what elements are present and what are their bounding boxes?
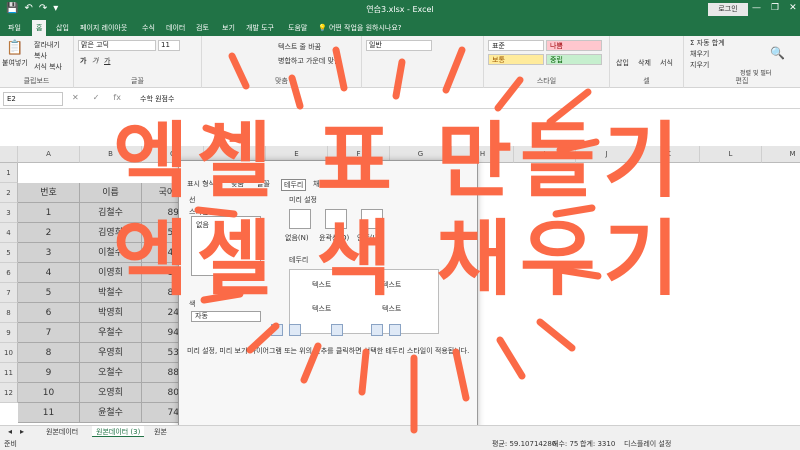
styles-label: 스타일 — [536, 77, 557, 85]
insert-cells-button[interactable]: 삽입 — [616, 58, 629, 68]
clipboard-group: 📋 붙여넣기 잘라내기 복사 서식 복사 클립보드 — [0, 36, 74, 88]
font-label: 글꼴 — [131, 77, 144, 85]
cut-button[interactable]: 잘라내기 — [34, 40, 60, 50]
formula-bar: E2 ✕ ✓ fx 수학 원점수 — [0, 89, 800, 109]
tab-insert[interactable]: 삽입 — [52, 20, 73, 36]
name-box[interactable]: E2 — [3, 92, 63, 106]
table-cell[interactable]: 9 — [18, 363, 80, 383]
editing-label: 편집 — [735, 77, 749, 85]
paste-button[interactable]: 붙여넣기 — [2, 58, 28, 68]
status-average: 평균: 59.10714286 — [492, 440, 557, 448]
wrap-text-button[interactable]: 텍스트 줄 바꿈 — [278, 42, 321, 52]
style-good[interactable]: 중립 — [546, 54, 602, 65]
copy-button[interactable]: 복사 — [34, 51, 47, 61]
document-title: 연습3.xlsx - Excel — [366, 5, 434, 14]
line-color-combo[interactable]: 자동 — [191, 311, 261, 322]
cells-group: 삽입 삭제 서식 셀 — [610, 36, 684, 88]
table-cell[interactable]: 10 — [18, 383, 80, 403]
clear-button[interactable]: 지우기 — [690, 60, 709, 70]
tell-me-search[interactable]: 💡 어떤 작업을 원하시나요? — [318, 20, 402, 36]
find-icon[interactable]: 🔍 — [770, 46, 785, 60]
alignment-group: 텍스트 줄 바꿈 병합하고 가운데 맞춤 맞춤 — [202, 36, 362, 88]
status-count: 개수: 75 — [552, 440, 579, 448]
alignment-label: 맞춤 — [275, 77, 288, 85]
underline-button[interactable]: 가 — [104, 56, 110, 66]
table-cell[interactable]: 우철수 — [80, 323, 142, 343]
close-icon[interactable]: ✕ — [789, 3, 797, 13]
insert-function-icon[interactable]: fx — [113, 93, 121, 102]
fill-button[interactable]: 채우기 — [690, 49, 709, 59]
window-controls: — ❐ ✕ — [752, 3, 797, 13]
tab-data[interactable]: 데이터 — [162, 20, 189, 36]
table-cell[interactable]: 8 — [18, 343, 80, 363]
paste-icon[interactable]: 📋 — [6, 40, 23, 56]
display-settings-button[interactable]: 디스플레이 설정 — [624, 439, 671, 449]
table-cell[interactable]: 우영희 — [80, 343, 142, 363]
table-cell[interactable]: 윤철수 — [80, 403, 142, 423]
style-bad[interactable]: 나쁨 — [546, 40, 602, 51]
restore-icon[interactable]: ❐ — [771, 3, 779, 13]
number-group: 일반 — [362, 36, 484, 88]
row-header[interactable]: 11 — [0, 363, 18, 383]
table-cell[interactable]: 11 — [18, 403, 80, 423]
headline-make-table: 엑셀 표 만들기 — [113, 114, 687, 209]
editing-group: Σ 자동 합계 채우기 지우기 정렬 및 필터 🔍 편집 — [684, 36, 800, 88]
clipboard-label: 클립보드 — [23, 77, 50, 85]
confirm-entry-icon[interactable]: ✓ — [93, 93, 100, 102]
border-right-button[interactable] — [371, 324, 383, 336]
tab-help[interactable]: 도움말 — [284, 20, 311, 36]
style-normal[interactable]: 표준 — [488, 40, 544, 51]
status-ready: 준비 — [4, 440, 17, 448]
headline-fill-color: 엑셀 색 채우기 — [113, 212, 687, 307]
merge-center-button[interactable]: 병합하고 가운데 맞춤 — [278, 56, 340, 66]
styles-group: 표준 나쁨 보통 중립 스타일 — [484, 36, 610, 88]
tab-home[interactable]: 홈 — [32, 20, 47, 36]
style-neutral[interactable]: 보통 — [488, 54, 544, 65]
minimize-icon[interactable]: — — [752, 3, 761, 13]
row-header[interactable]: 10 — [0, 343, 18, 363]
tab-formulas[interactable]: 수식 — [138, 20, 159, 36]
tab-file[interactable]: 파일 — [4, 20, 25, 36]
sheet-tabs-bar: ◂ ▸ 원본데이터 원본데이터 (3) 원본 — [0, 425, 800, 438]
tab-review[interactable]: 검토 — [192, 20, 213, 36]
tab-developer[interactable]: 개발 도구 — [242, 20, 278, 36]
font-group: 맑은 고딕 11 가 가 가 글꼴 — [74, 36, 202, 88]
cells-label: 셀 — [643, 77, 650, 85]
status-bar: 준비 평균: 59.10714286 개수: 75 합계: 3310 디스플레이… — [0, 437, 800, 450]
autosum-label: 자동 합계 — [696, 39, 725, 47]
table-cell[interactable]: 오철수 — [80, 363, 142, 383]
cancel-entry-icon[interactable]: ✕ — [72, 93, 79, 102]
formula-icons: ✕ ✓ fx — [72, 93, 121, 102]
autosum-button[interactable]: Σ 자동 합계 — [690, 38, 725, 48]
row-header[interactable]: 9 — [0, 323, 18, 343]
ribbon: 📋 붙여넣기 잘라내기 복사 서식 복사 클립보드 맑은 고딕 11 가 가 가… — [0, 36, 800, 88]
tab-view[interactable]: 보기 — [218, 20, 239, 36]
table-cell[interactable]: 오영희 — [80, 383, 142, 403]
border-vertical-button[interactable] — [331, 324, 343, 336]
format-painter-button[interactable]: 서식 복사 — [34, 62, 62, 72]
number-format-combo[interactable]: 일반 — [366, 40, 432, 51]
login-button[interactable]: 로그인 — [708, 3, 748, 16]
status-sum: 합계: 3310 — [580, 440, 616, 448]
bold-button[interactable]: 가 — [80, 56, 86, 66]
sigma-icon: Σ — [690, 39, 697, 47]
row-header[interactable]: 12 — [0, 383, 18, 403]
font-name-combo[interactable]: 맑은 고딕 — [78, 40, 156, 51]
table-cell[interactable]: 7 — [18, 323, 80, 343]
border-diagonal-down-button[interactable] — [389, 324, 401, 336]
delete-cells-button[interactable]: 삭제 — [638, 58, 651, 68]
dialog-note: 미리 설정, 미리 보기 다이어그램 또는 위의 단추를 클릭하면 선택한 테두… — [187, 347, 470, 355]
font-size-combo[interactable]: 11 — [158, 40, 180, 51]
tab-page-layout[interactable]: 페이지 레이아웃 — [76, 20, 131, 36]
italic-button[interactable]: 가 — [92, 56, 98, 66]
title-bar: 💾 ↶ ↷ ▾ 연습3.xlsx - Excel 로그인 — ❐ ✕ — [0, 0, 800, 20]
formula-input[interactable]: 수학 원점수 — [140, 92, 174, 106]
border-diagonal-up-button[interactable] — [271, 324, 283, 336]
border-left-button[interactable] — [289, 324, 301, 336]
format-cells-button[interactable]: 서식 — [660, 58, 673, 68]
ribbon-tabs: 파일 홈 삽입 페이지 레이아웃 수식 데이터 검토 보기 개발 도구 도움말 … — [0, 20, 800, 36]
